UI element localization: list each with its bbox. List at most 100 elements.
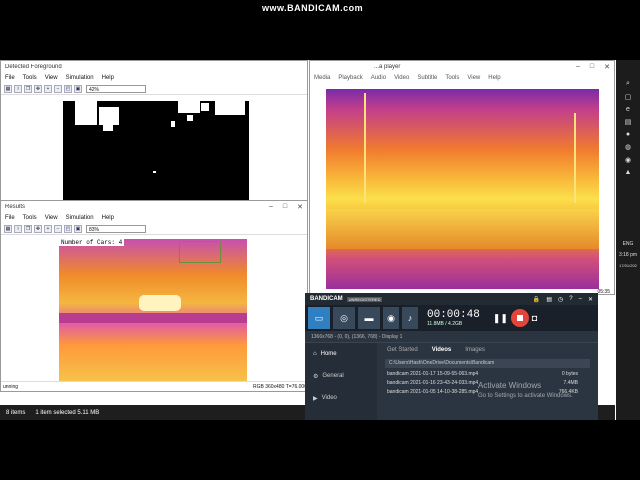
clock-icon[interactable]: ◷ [558, 296, 563, 303]
menu-help[interactable]: Help [488, 75, 500, 81]
detected-toolbar: ▦ i ❐ ✥ + − ◰ ▣ 42% [1, 83, 307, 95]
menu-view[interactable]: View [45, 215, 58, 221]
bandicam-icon[interactable]: ◉ [625, 156, 631, 164]
search-icon[interactable]: ⌕ [626, 80, 630, 88]
window-controls: – □ ✕ [269, 203, 303, 211]
zoom-out-icon[interactable]: − [54, 224, 62, 233]
menu-video[interactable]: Video [394, 75, 409, 81]
pan-icon[interactable]: ✥ [34, 84, 42, 93]
frame-info: RGB 360x480 T=76.000 [252, 383, 307, 390]
menu-playback[interactable]: Playback [338, 75, 362, 81]
clock-time[interactable]: 3:18 pm [619, 252, 637, 258]
menu-tools[interactable]: Tools [23, 215, 37, 221]
info-icon[interactable]: i [14, 84, 22, 93]
results-titlebar: Results – □ ✕ [1, 201, 307, 213]
zoom-fit-icon[interactable]: ▣ [74, 84, 82, 93]
window-title: Detected Foreground [5, 64, 62, 70]
player-menubar: Media Playback Audio Video Subtitle Tool… [310, 73, 614, 83]
lock-icon[interactable]: 🔒 [533, 296, 540, 303]
zoom-fit-icon[interactable]: ▣ [74, 224, 82, 233]
bandicam-header: BANDICAM UNREGISTERED 🔒 ▤ ◷ ? – ✕ [305, 293, 598, 305]
sidebar-item-home[interactable]: ⌂ Home [305, 343, 377, 365]
chrome-icon[interactable]: ◍ [625, 143, 631, 151]
results-statusbar: unning RGB 360x480 T=76.000 [1, 381, 307, 391]
mic-button[interactable]: ♪ [402, 307, 418, 329]
pause-icon[interactable]: ❚❚ [493, 313, 508, 324]
close-icon[interactable]: ✕ [604, 63, 610, 71]
monitor-icon: ▭ [314, 312, 324, 323]
window-title: Results [5, 204, 26, 210]
firefox-icon[interactable]: ● [626, 131, 630, 138]
edge-icon[interactable]: e [626, 106, 630, 113]
detected-titlebar: Detected Foreground [1, 61, 307, 73]
registration-badge: UNREGISTERED [346, 296, 383, 302]
maximize-icon[interactable]: □ [590, 63, 594, 71]
folder-icon[interactable]: ▤ [546, 296, 552, 303]
record-size: 11.8MB / 4.2GB [427, 321, 463, 327]
activate-windows-watermark: Activate Windows Go to Settings to activ… [478, 381, 573, 401]
tab-get-started[interactable]: Get Started [387, 347, 418, 353]
clock-date[interactable]: 17/01/202 [619, 263, 637, 268]
minimize-icon[interactable]: – [576, 63, 580, 71]
sidebar-item-general[interactable]: ⚙ General [305, 365, 377, 387]
vlc-icon[interactable]: ▲ [625, 169, 632, 176]
window-controls: 🔒 ▤ ◷ ? – ✕ [533, 296, 593, 303]
pan-icon[interactable]: ✥ [34, 224, 42, 233]
sidebar-item-video[interactable]: ▶ Video [305, 387, 377, 409]
menu-tools[interactable]: Tools [445, 75, 459, 81]
window-controls: – □ ✕ [576, 63, 610, 71]
fit-icon[interactable]: ◰ [64, 224, 72, 233]
minimize-icon[interactable]: – [269, 203, 273, 211]
zoom-out-icon[interactable]: − [54, 84, 62, 93]
print-icon[interactable]: ▦ [4, 84, 12, 93]
detected-menubar: File Tools View Simulation Help [1, 73, 307, 83]
maximize-icon[interactable]: □ [283, 203, 287, 211]
output-folder-path[interactable]: C:\Users\Hash\OneDrive\Documents\Bandica… [385, 359, 590, 368]
detected-car [139, 295, 181, 311]
menu-view[interactable]: View [45, 75, 58, 81]
menu-help[interactable]: Help [102, 215, 114, 221]
game-mode-button[interactable]: ◎ [333, 307, 355, 329]
screen-mode-button[interactable]: ▭ [308, 307, 330, 329]
menu-simulation[interactable]: Simulation [66, 215, 94, 221]
device-mode-button[interactable]: ▬ [358, 307, 380, 329]
gear-icon: ⚙ [313, 373, 319, 380]
zoom-in-icon[interactable]: + [44, 84, 52, 93]
tab-images[interactable]: Images [465, 347, 485, 353]
menu-tools[interactable]: Tools [23, 75, 37, 81]
close-icon[interactable]: ✕ [588, 296, 593, 303]
menu-help[interactable]: Help [102, 75, 114, 81]
menu-audio[interactable]: Audio [371, 75, 386, 81]
file-row[interactable]: bandicam 2021-01-17 15-09-55-063.mp4 0 b… [377, 370, 598, 379]
task-view-icon[interactable]: ▢ [625, 93, 632, 101]
minimize-icon[interactable]: – [579, 296, 582, 303]
zoom-in-icon[interactable]: + [44, 224, 52, 233]
stop-record-button[interactable] [510, 309, 529, 327]
input-language[interactable]: ENG [623, 241, 634, 247]
webcam-button[interactable]: ◉ [383, 307, 399, 329]
zoom-select[interactable]: 42% [86, 84, 146, 93]
menu-file[interactable]: File [5, 75, 15, 81]
menu-subtitle[interactable]: Subtitle [417, 75, 437, 81]
menu-file[interactable]: File [5, 215, 15, 221]
menu-media[interactable]: Media [314, 75, 330, 81]
help-icon[interactable]: ? [569, 296, 572, 303]
recording-info: 00:00:48 11.8MB / 4.2GB [427, 309, 480, 327]
info-icon[interactable]: i [14, 224, 22, 233]
player-time: 05:35 [597, 289, 610, 295]
road-surface [326, 209, 599, 249]
street-pole [574, 113, 576, 203]
bandicam-toolbar: ▭ ◎ ▬ ◉ ♪ 00:00:48 11.8MB / 4.2GB ❚❚ ◘ [305, 305, 598, 331]
menu-view[interactable]: View [467, 75, 480, 81]
print-icon[interactable]: ▦ [4, 224, 12, 233]
folder-icon[interactable]: ▤ [625, 118, 632, 126]
zoom-select[interactable]: 83% [86, 224, 146, 233]
detected-foreground-window: Detected Foreground File Tools View Simu… [0, 60, 308, 205]
tab-videos[interactable]: Videos [432, 347, 452, 353]
close-icon[interactable]: ✕ [297, 203, 303, 211]
fit-icon[interactable]: ◰ [64, 84, 72, 93]
copy-icon[interactable]: ❐ [24, 84, 32, 93]
menu-simulation[interactable]: Simulation [66, 75, 94, 81]
camera-icon[interactable]: ◘ [532, 313, 537, 323]
copy-icon[interactable]: ❐ [24, 224, 32, 233]
